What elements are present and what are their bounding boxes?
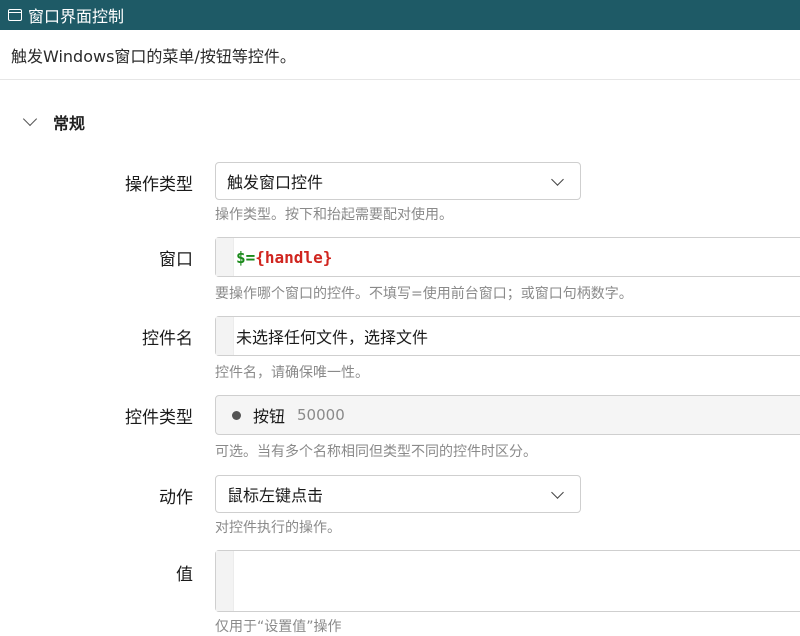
code-variable: {handle} xyxy=(255,247,333,267)
page-description: 触发Windows窗口的菜单/按钮等控件。 xyxy=(11,46,296,66)
window-icon xyxy=(8,9,22,21)
operation-type-hint: 操作类型。按下和抬起需要配对使用。 xyxy=(215,207,453,223)
value-label: 值 xyxy=(176,565,193,585)
window-code: $={handle} xyxy=(236,248,332,267)
chevron-down-icon xyxy=(551,486,564,499)
control-type-code: 50000 xyxy=(297,406,345,424)
control-name-input[interactable]: 未选择任何文件，选择文件 xyxy=(215,316,800,356)
action-value: 鼠标左键点击 xyxy=(227,486,324,505)
value-input[interactable] xyxy=(215,550,800,612)
input-gutter xyxy=(216,317,234,355)
control-type-hint: 可选。当有多个名称相同但类型不同的控件时区分。 xyxy=(215,444,537,460)
title-bar: 窗口界面控制 xyxy=(0,0,800,30)
code-prefix: $= xyxy=(236,247,256,267)
section-title: 常规 xyxy=(53,114,86,133)
control-type-value: 按钮 xyxy=(253,407,286,426)
window-title: 窗口界面控制 xyxy=(28,7,125,26)
description-bar: 触发Windows窗口的菜单/按钮等控件。 xyxy=(0,30,800,80)
control-type-label: 控件类型 xyxy=(125,408,193,428)
operation-type-label: 操作类型 xyxy=(125,175,193,195)
action-label: 动作 xyxy=(159,488,193,508)
control-name-value: 未选择任何文件，选择文件 xyxy=(236,328,429,347)
window-label: 窗口 xyxy=(159,250,193,270)
input-gutter xyxy=(216,551,234,611)
action-hint: 对控件执行的操作。 xyxy=(215,520,341,536)
value-hint: 仅用于“设置值”操作 xyxy=(215,619,342,635)
control-name-label: 控件名 xyxy=(142,329,193,349)
chevron-down-icon xyxy=(22,111,38,127)
control-type-input[interactable]: 按钮 50000 xyxy=(215,395,800,435)
section-general-toggle[interactable]: 常规 xyxy=(22,108,85,136)
window-input[interactable]: $={handle} xyxy=(215,237,800,277)
input-gutter xyxy=(216,238,234,276)
window-hint: 要操作哪个窗口的控件。不填写=使用前台窗口；或窗口句柄数字。 xyxy=(215,286,633,302)
operation-type-select[interactable]: 触发窗口控件 xyxy=(215,162,581,200)
control-name-hint: 控件名，请确保唯一性。 xyxy=(215,365,369,381)
action-select[interactable]: 鼠标左键点击 xyxy=(215,475,581,513)
button-type-icon xyxy=(232,410,241,420)
chevron-down-icon xyxy=(551,173,564,186)
operation-type-value: 触发窗口控件 xyxy=(227,173,324,192)
